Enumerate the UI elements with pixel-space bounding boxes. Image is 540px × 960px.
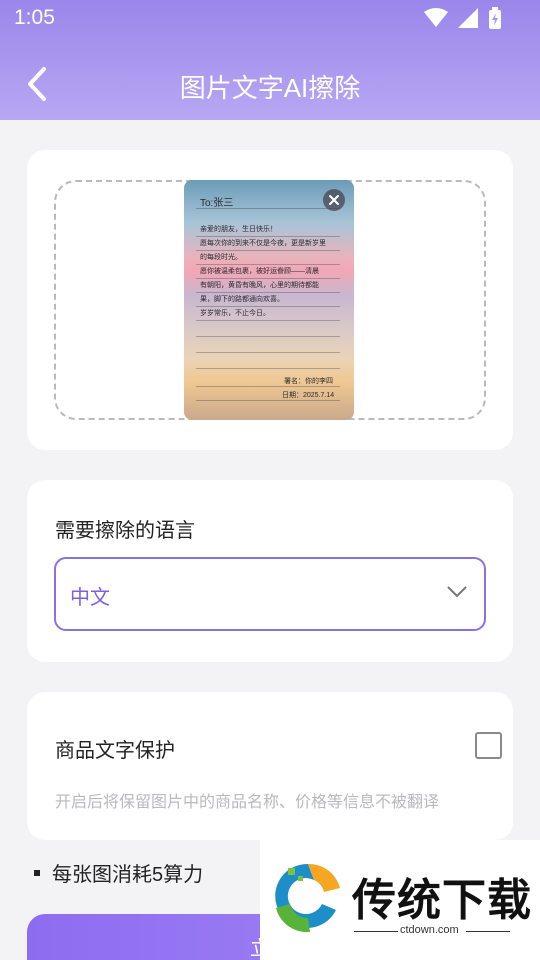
uploaded-image[interactable]: To:张三 亲爱的朋友，生日快乐！ 愿每次你的到来不仅是今夜，更是新岁里 的每段… <box>184 180 354 420</box>
status-bar: 1:05 <box>0 0 540 36</box>
chevron-down-icon <box>447 586 467 598</box>
product-text-protect-card: 商品文字保护 开启后将保留图片中的商品名称、价格等信息不被翻译 <box>27 692 513 840</box>
letter-line: 的每段时光。 <box>200 254 242 261</box>
language-label: 需要擦除的语言 <box>55 520 195 542</box>
status-time: 1:05 <box>14 6 55 29</box>
logo-icon <box>275 863 340 933</box>
letter-line: 有朝阳，黄昏有晚风，心里的期待都能 <box>200 282 319 289</box>
protect-checkbox[interactable] <box>475 732 502 759</box>
language-selected-value: 中文 <box>70 587 110 609</box>
letter-line: 亲爱的朋友，生日快乐！ <box>200 226 277 233</box>
letter-line: 岁岁常乐，不止今日。 <box>200 310 270 317</box>
letter-line: 果，脚下的路都通向欢喜。 <box>200 296 284 303</box>
cost-note: 每张图消耗5算力 <box>34 858 203 887</box>
letter-to: To:张三 <box>200 198 234 209</box>
signal-icon <box>458 8 478 28</box>
letter-line: 愿每次你的到来不仅是今夜，更是新岁里 <box>200 240 326 247</box>
battery-icon <box>489 7 501 29</box>
letter-line: 愿你被温柔包裹，被好运眷顾——清晨 <box>200 268 319 275</box>
bullet-icon <box>34 869 40 876</box>
watermark-brand: 传统下载 <box>352 876 532 925</box>
letter-date: 日期：2025.7.14 <box>282 392 335 399</box>
remove-image-button[interactable] <box>323 189 345 211</box>
protect-label: 商品文字保护 <box>55 740 175 762</box>
watermark-domain: ctdown.com <box>400 924 459 936</box>
letter-signature: 署名：你的李四 <box>284 378 333 385</box>
language-card: 需要擦除的语言 中文 <box>27 480 513 662</box>
language-select[interactable]: 中文 <box>54 557 486 631</box>
close-icon <box>329 195 339 205</box>
watermark: 传统下载 ctdown.com <box>260 840 540 960</box>
page-title: 图片文字AI擦除 <box>179 73 361 103</box>
wifi-icon <box>424 8 448 27</box>
cost-note-text: 每张图消耗5算力 <box>52 864 204 886</box>
protect-hint: 开启后将保留图片中的商品名称、价格等信息不被翻译 <box>55 794 440 811</box>
upload-card: To:张三 亲爱的朋友，生日快乐！ 愿每次你的到来不仅是今夜，更是新岁里 的每段… <box>27 150 513 450</box>
nav-bar: 图片文字AI擦除 <box>0 48 540 120</box>
